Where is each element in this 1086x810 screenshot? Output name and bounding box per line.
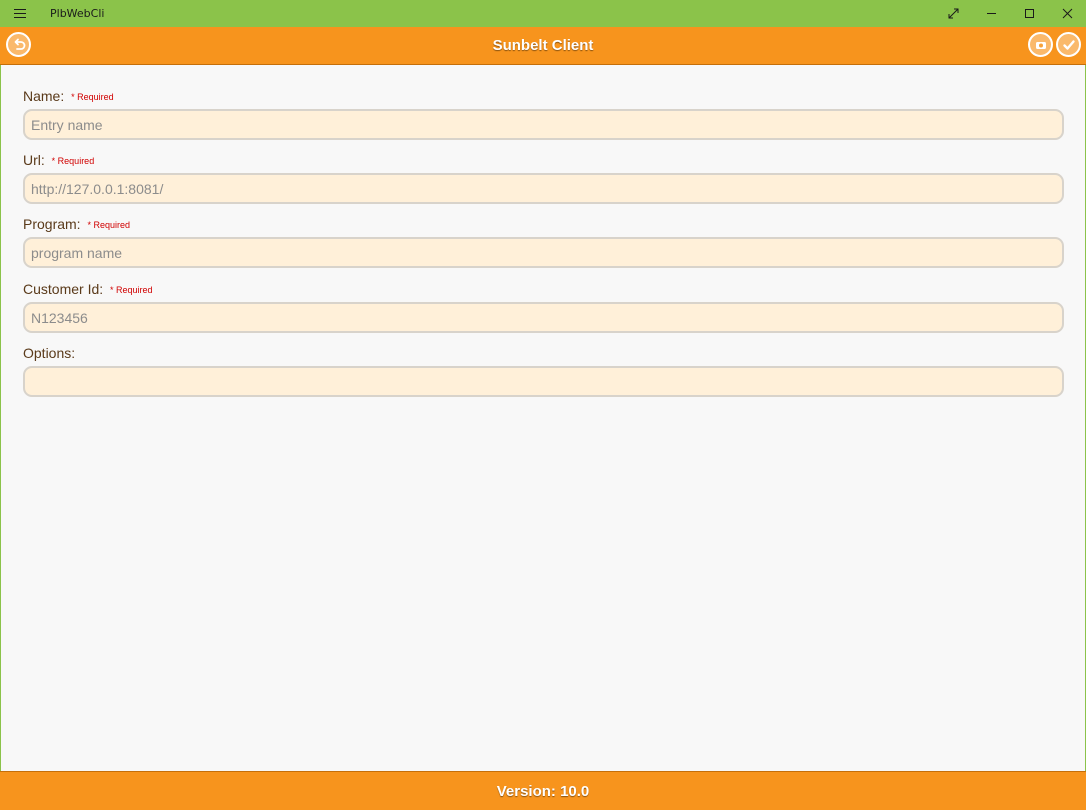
name-required-marker: * Required	[71, 92, 114, 102]
hamburger-menu-button[interactable]	[0, 0, 40, 27]
window-titlebar: PlbWebCli	[0, 0, 1086, 27]
options-input[interactable]	[23, 366, 1064, 397]
customer-id-label-row: Customer Id: * Required	[23, 279, 1064, 299]
program-required-marker: * Required	[87, 220, 130, 230]
minimize-button[interactable]	[972, 0, 1010, 27]
customer-id-field-group: Customer Id: * Required	[23, 279, 1064, 333]
maximize-button[interactable]	[1010, 0, 1048, 27]
name-field-group: Name: * Required	[23, 86, 1064, 140]
close-button[interactable]	[1048, 0, 1086, 27]
close-icon	[1062, 8, 1072, 19]
url-required-marker: * Required	[51, 156, 95, 166]
name-label-row: Name: * Required	[23, 86, 1064, 106]
camera-icon	[1035, 41, 1046, 49]
url-field-group: Url: * Required	[23, 150, 1064, 204]
check-icon	[1062, 39, 1075, 50]
app-header: Sunbelt Client	[0, 27, 1086, 65]
app-footer: Version: 10.0	[0, 771, 1086, 810]
customer-id-label: Customer Id:	[23, 281, 104, 297]
minimize-icon	[986, 13, 996, 14]
customer-id-input[interactable]	[23, 302, 1064, 333]
camera-button[interactable]	[1028, 32, 1053, 57]
program-field-group: Program: * Required	[23, 214, 1064, 268]
customer-id-required-marker: * Required	[110, 285, 153, 295]
back-button[interactable]	[6, 32, 31, 57]
options-label-row: Options:	[23, 343, 1064, 363]
url-input[interactable]	[23, 173, 1064, 204]
fullscreen-button[interactable]	[934, 0, 972, 27]
maximize-icon	[1024, 9, 1034, 18]
name-input[interactable]	[23, 109, 1064, 140]
url-label: Url:	[23, 152, 45, 168]
save-button[interactable]	[1056, 32, 1081, 57]
program-label: Program:	[23, 216, 81, 232]
window-controls	[934, 0, 1086, 27]
name-label: Name:	[23, 88, 65, 104]
program-label-row: Program: * Required	[23, 214, 1064, 234]
version-text: Version: 10.0	[496, 782, 590, 800]
program-input[interactable]	[23, 237, 1064, 268]
expand-icon	[948, 8, 958, 19]
url-label-row: Url: * Required	[23, 150, 1064, 170]
window-title: PlbWebCli	[50, 7, 105, 20]
hamburger-icon	[14, 9, 26, 18]
page-title: Sunbelt Client	[492, 37, 594, 54]
options-field-group: Options:	[23, 343, 1064, 397]
form-content: Name: * Required Url: * Required Program…	[0, 65, 1086, 771]
options-label: Options:	[23, 345, 76, 361]
back-icon	[14, 38, 25, 50]
